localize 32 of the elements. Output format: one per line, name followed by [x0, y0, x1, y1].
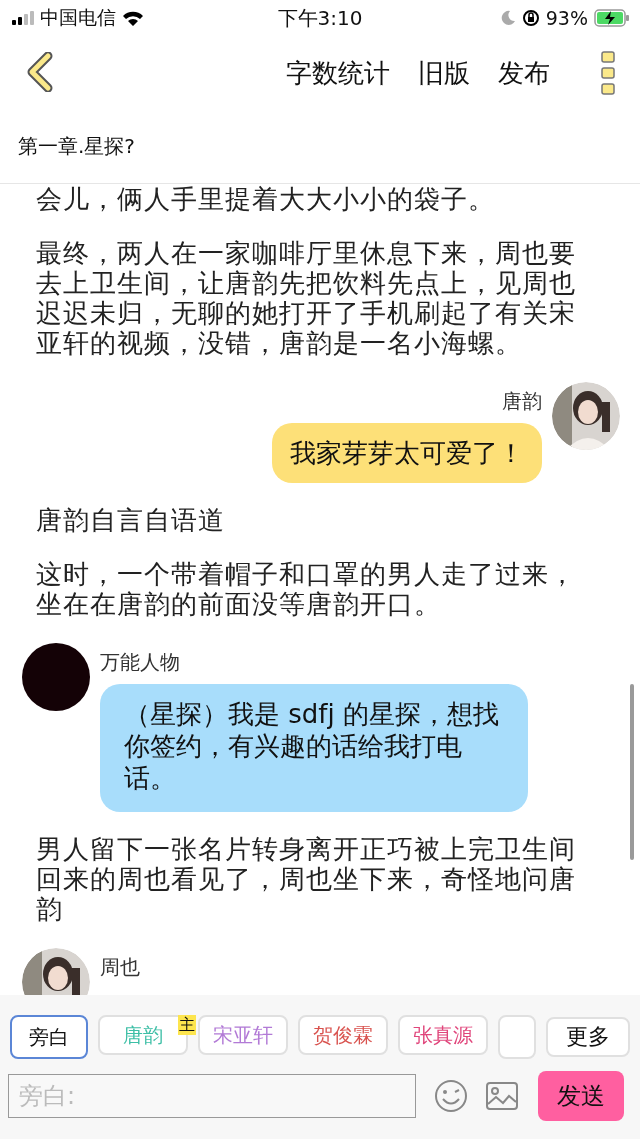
battery-charging-icon: [594, 9, 630, 27]
character-chip[interactable]: 贺俊霖: [298, 1015, 388, 1055]
character-chip[interactable]: 张真源: [398, 1015, 488, 1055]
wifi-icon: [122, 10, 144, 26]
chapter-title: 第一章.星探?: [18, 133, 135, 160]
more-menu-button[interactable]: [600, 50, 616, 96]
sender-name: 唐韵: [502, 388, 542, 415]
nav-action[interactable]: 字数统计: [286, 55, 390, 91]
narration-text: 这时，一个带着帽子和口罩的男人走了过来，坐在在唐韵的前面没等唐韵开口。: [36, 559, 577, 619]
sender-name: 周也: [100, 954, 140, 981]
rotation-lock-icon: [521, 9, 540, 27]
image-icon[interactable]: [486, 1082, 518, 1110]
narration-text: 唐韵自言自语道: [36, 505, 226, 535]
sender-name: 万能人物: [100, 649, 180, 676]
nav-action[interactable]: 旧版: [418, 55, 470, 91]
narration-text: 会儿，俩人手里提着大大小小的袋子。: [36, 184, 496, 214]
carrier-name: 中国电信: [40, 5, 116, 30]
narration-text: 最终，两人在一家咖啡厅里休息下来，周也要去上卫生间，让唐韵先把饮料先点上，见周也迟迟未归，无聊的她打开了手机刷起了有关宋亚轩的视频，没错，唐韵是一名小海螺。: [36, 238, 577, 358]
send-button[interactable]: 发送: [538, 1071, 624, 1121]
more-button[interactable]: 更多: [546, 1017, 630, 1057]
message-bubble: 我家芽芽太可爱了！: [272, 423, 542, 483]
battery-percent: 93%: [545, 7, 588, 29]
emoji-icon[interactable]: [434, 1079, 468, 1113]
message-bubble: （星探）我是 sdfj 的星探，想找你签约，有兴趣的话给我打电话。: [100, 684, 528, 812]
signal-icon: [12, 11, 34, 25]
input-field[interactable]: 旁白:: [8, 1074, 416, 1118]
status-time: 下午3:10: [277, 4, 363, 32]
character-chip[interactable]: 旁白: [10, 1015, 88, 1059]
lead-badge: 主: [178, 1015, 196, 1035]
moon-icon: [499, 10, 516, 26]
narration-text: 男人留下一张名片转身离开正巧被上完卫生间回来的周也看见了，周也坐下来，奇怪地问唐韵: [36, 834, 577, 924]
nav-action[interactable]: 发布: [498, 55, 550, 91]
